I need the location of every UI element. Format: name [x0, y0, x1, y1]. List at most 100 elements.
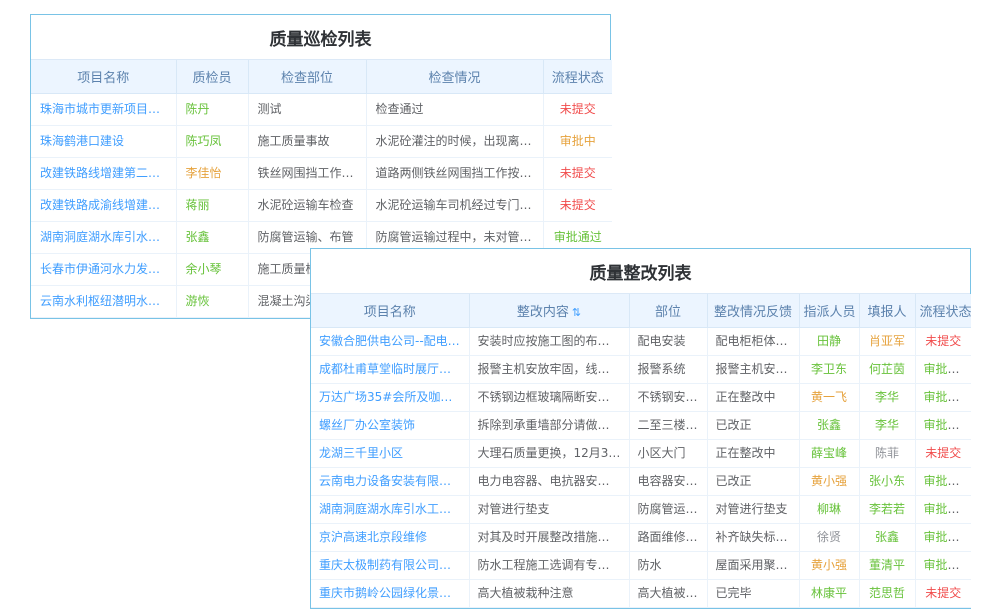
- project-link[interactable]: 云南水利枢纽潜明水库...: [40, 293, 167, 310]
- part-cell: 高大植被栽种: [629, 580, 707, 608]
- situation-cell: 检查通过: [366, 94, 543, 126]
- inspection-table-row: 改建铁路线增建第二线... 李佳怡 铁丝网围挡工作检查 道路两侧铁丝网围挡工作按…: [31, 158, 612, 190]
- inspector-cell: 游恢: [176, 286, 248, 318]
- reporter-cell: 陈菲: [859, 440, 915, 468]
- project-link[interactable]: 改建铁路成渝线增建第...: [40, 197, 167, 214]
- col-header-content[interactable]: 整改内容⇅: [469, 294, 629, 328]
- rectification-table-card: 质量整改列表 项目名称 整改内容⇅ 部位 整改情况反馈 指派人员 填报人 流程状…: [310, 248, 971, 609]
- feedback-cell: 补齐缺失标志...: [707, 524, 799, 552]
- rectification-table-title: 质量整改列表: [311, 249, 970, 294]
- inspection-header-row: 项目名称 质检员 检查部位 检查情况 流程状态: [31, 60, 612, 94]
- part-cell: 二至三楼混...: [629, 412, 707, 440]
- project-link[interactable]: 京沪高速北京段维修: [319, 529, 461, 546]
- status-badge: 审批通过: [924, 474, 972, 488]
- rectification-table-row: 万达广场35#会所及咖啡厅空... 不锈钢边框玻璃隔断安装不牢... 不锈钢安装…: [311, 384, 971, 412]
- status-cell: 审批通过: [915, 468, 971, 496]
- part-cell: 防水: [629, 552, 707, 580]
- reporter-name: 李华: [875, 418, 899, 432]
- assignee-cell: 柳琳: [799, 496, 859, 524]
- project-cell: 湖南洞庭湖水库引水工程施工1...: [311, 496, 469, 524]
- rectification-table-row: 京沪高速北京段维修 对其及时开展整改措施，桥头... 路面维修检... 补齐缺失…: [311, 524, 971, 552]
- content-cell: 不锈钢边框玻璃隔断安装不牢...: [469, 384, 629, 412]
- assignee-name: 张鑫: [817, 418, 841, 432]
- part-cell: 测试: [248, 94, 366, 126]
- part-cell: 防腐管运输...: [629, 496, 707, 524]
- assignee-cell: 林康平: [799, 580, 859, 608]
- reporter-cell: 何芷茵: [859, 356, 915, 384]
- project-cell: 万达广场35#会所及咖啡厅空...: [311, 384, 469, 412]
- part-cell: 铁丝网围挡工作检查: [248, 158, 366, 190]
- content-cell: 安装时应按施工图的布置，将...: [469, 328, 629, 356]
- status-badge: 未提交: [925, 446, 961, 460]
- status-badge: 审批通过: [924, 418, 972, 432]
- status-badge: 审批中: [560, 134, 596, 148]
- content-cell: 高大植被栽种注意: [469, 580, 629, 608]
- assignee-name: 黄小强: [811, 474, 847, 488]
- assignee-cell: 黄一飞: [799, 384, 859, 412]
- project-cell: 改建铁路成渝线增建第...: [31, 190, 176, 222]
- reporter-name: 董清平: [869, 558, 905, 572]
- col-header-status: 流程状态: [915, 294, 971, 328]
- inspector-cell: 陈巧凤: [176, 126, 248, 158]
- project-link[interactable]: 安徽合肥供电公司--配电设备...: [319, 333, 461, 350]
- feedback-cell: 正在整改中: [707, 440, 799, 468]
- part-cell: 电容器安装...: [629, 468, 707, 496]
- feedback-cell: 配电柜柜体与...: [707, 328, 799, 356]
- assignee-name: 李卫东: [811, 362, 847, 376]
- project-link[interactable]: 长春市伊通河水力发电...: [40, 261, 167, 278]
- project-cell: 螺丝厂办公室装饰: [311, 412, 469, 440]
- assignee-cell: 张鑫: [799, 412, 859, 440]
- rectification-table-row: 云南电力设备安装有限公司20... 电力电容器、电抗器安装方案... 电容器安装…: [311, 468, 971, 496]
- col-header-part: 部位: [629, 294, 707, 328]
- status-badge: 未提交: [925, 334, 961, 348]
- reporter-name: 张小东: [869, 474, 905, 488]
- situation-cell: 水泥砼灌注的时候，出现离析现象: [366, 126, 543, 158]
- project-cell: 珠海鹤港口建设: [31, 126, 176, 158]
- content-cell: 拆除到承重墙部分请做好加固...: [469, 412, 629, 440]
- project-cell: 湖南洞庭湖水库引水工...: [31, 222, 176, 254]
- project-link[interactable]: 成都杜甫草堂临时展厅独立展...: [319, 361, 461, 378]
- content-cell: 防水工程施工选调有专业资质...: [469, 552, 629, 580]
- col-header-situation: 检查情况: [366, 60, 543, 94]
- status-cell: 审批通过: [915, 524, 971, 552]
- assignee-name: 徐贤: [817, 530, 841, 544]
- status-cell: 未提交: [915, 328, 971, 356]
- project-link[interactable]: 湖南洞庭湖水库引水工程施工1...: [319, 501, 461, 518]
- content-cell: 报警主机安放牢固，线缆连接...: [469, 356, 629, 384]
- status-cell: 审批通过: [915, 384, 971, 412]
- inspector-cell: 蒋丽: [176, 190, 248, 222]
- project-cell: 重庆太极制药有限公司亳州中...: [311, 552, 469, 580]
- project-link[interactable]: 珠海鹤港口建设: [40, 133, 167, 150]
- project-cell: 长春市伊通河水力发电...: [31, 254, 176, 286]
- project-link[interactable]: 万达广场35#会所及咖啡厅空...: [319, 389, 461, 406]
- project-link[interactable]: 湖南洞庭湖水库引水工...: [40, 229, 167, 246]
- project-link[interactable]: 螺丝厂办公室装饰: [319, 417, 461, 434]
- project-link[interactable]: 云南电力设备安装有限公司20...: [319, 473, 461, 490]
- assignee-cell: 黄小强: [799, 552, 859, 580]
- feedback-cell: 正在整改中: [707, 384, 799, 412]
- reporter-name: 何芷茵: [869, 362, 905, 376]
- project-link[interactable]: 重庆太极制药有限公司亳州中...: [319, 557, 461, 574]
- status-cell: 未提交: [915, 440, 971, 468]
- project-cell: 京沪高速北京段维修: [311, 524, 469, 552]
- inspection-table-row: 改建铁路成渝线增建第... 蒋丽 水泥砼运输车检查 水泥砼运输车司机经过专门培训…: [31, 190, 612, 222]
- inspector-name: 蒋丽: [186, 198, 210, 212]
- col-header-assignee: 指派人员: [799, 294, 859, 328]
- assignee-name: 黄小强: [811, 558, 847, 572]
- inspector-name: 张鑫: [186, 230, 210, 244]
- project-link[interactable]: 重庆市鹅岭公园绿化景观提升...: [319, 585, 461, 602]
- assignee-name: 柳琳: [817, 502, 841, 516]
- sort-icon[interactable]: ⇅: [572, 306, 581, 319]
- feedback-cell: 已完毕: [707, 580, 799, 608]
- project-link[interactable]: 珠海市城市更新项目紫...: [40, 101, 167, 118]
- situation-cell: 水泥砼运输车司机经过专门培训...: [366, 190, 543, 222]
- project-link[interactable]: 龙湖三千里小区: [319, 445, 461, 462]
- status-badge: 审批通过: [924, 390, 972, 404]
- rectification-table-row: 重庆太极制药有限公司亳州中... 防水工程施工选调有专业资质... 防水 屋面采…: [311, 552, 971, 580]
- situation-cell: 道路两侧铁丝网围挡工作按设计...: [366, 158, 543, 190]
- rectification-table-row: 成都杜甫草堂临时展厅独立展... 报警主机安放牢固，线缆连接... 报警系统 报…: [311, 356, 971, 384]
- part-cell: 施工质量事故: [248, 126, 366, 158]
- status-cell: 审批通过: [915, 496, 971, 524]
- assignee-name: 林康平: [811, 586, 847, 600]
- project-link[interactable]: 改建铁路线增建第二线...: [40, 165, 167, 182]
